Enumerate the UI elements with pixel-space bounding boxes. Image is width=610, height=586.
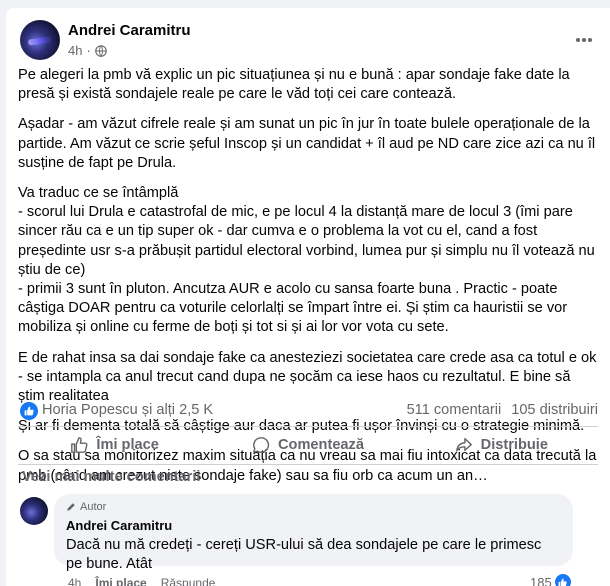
- share-icon: [455, 437, 472, 452]
- more-dots-icon: [576, 38, 592, 42]
- author-name[interactable]: Andrei Caramitru: [68, 22, 191, 39]
- post-card: Andrei Caramitru 4h · Pe alegeri la pmb …: [6, 8, 610, 586]
- comments-count[interactable]: 511 comentarii: [407, 402, 502, 418]
- comment-bubble: Autor Andrei Caramitru Dacă nu mă credeț…: [54, 494, 573, 572]
- like-reaction-icon: [20, 402, 38, 420]
- comment-text: Dacă nu mă credeți - cereți USR-ului să …: [66, 537, 542, 572]
- engagement-counts: 511 comentarii 105 distribuiri: [407, 402, 598, 418]
- post-paragraph: Va traduc ce se întâmplă - scorul lui Dr…: [18, 185, 595, 336]
- comment-reply-button[interactable]: Răspunde: [161, 576, 216, 586]
- author-badge: Autor: [66, 500, 561, 514]
- thumbs-up-icon: [71, 437, 88, 453]
- divider: [18, 464, 598, 465]
- comment-time[interactable]: 4h: [68, 576, 81, 586]
- globe-icon: [95, 44, 107, 57]
- comment-like-button[interactable]: Îmi place: [95, 576, 146, 586]
- post-actions: Îmi place Comentează Distribuie: [18, 428, 598, 462]
- share-button[interactable]: Distribuie: [405, 428, 598, 462]
- pencil-icon: [67, 503, 75, 511]
- comment-likes-count: 185: [530, 574, 552, 586]
- view-more-comments-link[interactable]: Vezi mai multe comentarii: [22, 469, 200, 485]
- like-label: Îmi place: [96, 437, 159, 453]
- comment-label: Comentează: [278, 437, 364, 453]
- like-reaction-icon: [554, 574, 571, 586]
- author-badge-label: Autor: [80, 501, 107, 513]
- reactions-row: Horia Popescu și alți 2,5 K 511 comentar…: [20, 401, 600, 421]
- post-paragraph: Așadar - am văzut cifrele reale și am su…: [18, 116, 596, 171]
- comment-icon: [253, 437, 270, 453]
- post-paragraph: E de rahat insa sa dai sondaje fake ca a…: [18, 349, 597, 405]
- like-button[interactable]: Îmi place: [18, 428, 211, 462]
- reactions-summary[interactable]: Horia Popescu și alți 2,5 K: [42, 402, 213, 418]
- post-time[interactable]: 4h: [68, 43, 82, 58]
- more-options-icon[interactable]: [570, 26, 598, 54]
- comment-button[interactable]: Comentează: [211, 428, 404, 462]
- divider: [18, 426, 598, 427]
- post-header: Andrei Caramitru 4h ·: [20, 20, 598, 64]
- comment-likes[interactable]: 185: [530, 574, 571, 586]
- shares-count[interactable]: 105 distribuiri: [511, 402, 598, 418]
- share-label: Distribuie: [480, 437, 548, 453]
- comment-avatar[interactable]: [20, 497, 48, 525]
- comment-meta: 4h Îmi place Răspunde: [68, 576, 215, 586]
- author-avatar[interactable]: [20, 20, 60, 60]
- post-meta: 4h ·: [68, 43, 107, 58]
- comment-item: Autor Andrei Caramitru Dacă nu mă credeț…: [20, 490, 600, 586]
- post-paragraph: Pe alegeri la pmb vă explic un pic situa…: [18, 67, 570, 103]
- comment-author[interactable]: Andrei Caramitru: [66, 518, 561, 533]
